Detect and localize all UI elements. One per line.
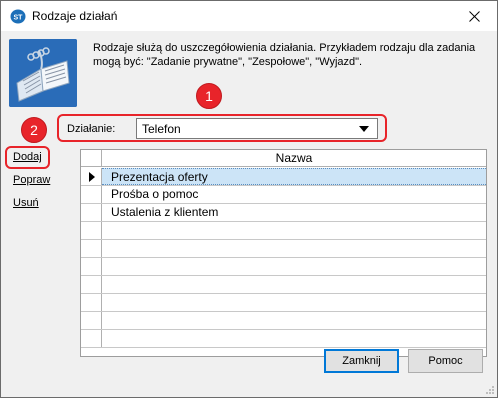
close-icon: [469, 10, 480, 22]
name-cell[interactable]: [102, 222, 486, 239]
row-indicator-cell[interactable]: [81, 258, 102, 275]
row-indicator-cell[interactable]: [81, 168, 102, 185]
action-type-dropdown[interactable]: Telefon: [136, 118, 378, 139]
table-row[interactable]: [81, 240, 486, 258]
close-button[interactable]: Zamknij: [324, 349, 399, 373]
row-indicator-cell[interactable]: [81, 204, 102, 221]
dropdown-arrow-icon: [359, 126, 369, 132]
table-row[interactable]: [81, 294, 486, 312]
edit-link[interactable]: Popraw: [13, 174, 50, 186]
table-row[interactable]: Prezentacja oferty: [81, 168, 486, 186]
row-indicator-cell[interactable]: [81, 330, 102, 347]
row-indicator-cell[interactable]: [81, 276, 102, 293]
name-cell[interactable]: [102, 330, 486, 347]
name-cell[interactable]: [102, 312, 486, 329]
resize-grip-icon[interactable]: [485, 385, 495, 395]
name-cell[interactable]: [102, 276, 486, 293]
name-cell[interactable]: Prezentacja oferty: [102, 168, 486, 185]
grid-header: Nazwa: [81, 150, 486, 167]
table-row[interactable]: [81, 330, 486, 348]
name-cell[interactable]: [102, 240, 486, 257]
open-book-icon: [9, 39, 77, 107]
row-indicator-cell[interactable]: [81, 312, 102, 329]
dialog-content: Rodzaje służą do uszczegółowienia działa…: [1, 31, 497, 397]
callout-marker-1: 1: [196, 83, 222, 109]
name-cell[interactable]: [102, 294, 486, 311]
app-logo-icon: ST: [10, 9, 26, 24]
table-row[interactable]: [81, 258, 486, 276]
table-row[interactable]: [81, 276, 486, 294]
svg-text:ST: ST: [14, 15, 24, 22]
help-button[interactable]: Pomoc: [408, 349, 483, 373]
window-title: Rodzaje działań: [32, 9, 118, 23]
name-cell[interactable]: Ustalenia z klientem: [102, 204, 486, 221]
action-type-label: Działanie:: [67, 123, 116, 135]
title-bar[interactable]: ST Rodzaje działań: [1, 1, 497, 31]
table-row[interactable]: Ustalenia z klientem: [81, 204, 486, 222]
column-header-name[interactable]: Nazwa: [102, 150, 486, 167]
intro-description: Rodzaje służą do uszczegółowienia działa…: [93, 42, 476, 68]
name-cell[interactable]: [102, 258, 486, 275]
dialog-window: ST Rodzaje działań Rodzaje służą do uszc…: [0, 0, 498, 398]
types-grid[interactable]: Nazwa Prezentacja oferty Prośba o pomoc Us…: [80, 149, 487, 357]
add-link[interactable]: Dodaj: [13, 151, 42, 163]
table-row[interactable]: [81, 312, 486, 330]
close-window-button[interactable]: [452, 1, 497, 31]
row-indicator-cell[interactable]: [81, 240, 102, 257]
delete-link[interactable]: Usuń: [13, 197, 39, 209]
row-indicator-cell[interactable]: [81, 294, 102, 311]
action-type-value: Telefon: [142, 122, 181, 136]
table-row[interactable]: Prośba o pomoc: [81, 186, 486, 204]
table-row[interactable]: [81, 222, 486, 240]
row-indicator-cell[interactable]: [81, 186, 102, 203]
current-row-arrow-icon: [89, 172, 95, 182]
header-indicator-cell: [81, 150, 102, 167]
callout-marker-2: 2: [21, 117, 47, 143]
name-cell[interactable]: Prośba o pomoc: [102, 186, 486, 203]
row-indicator-cell[interactable]: [81, 222, 102, 239]
